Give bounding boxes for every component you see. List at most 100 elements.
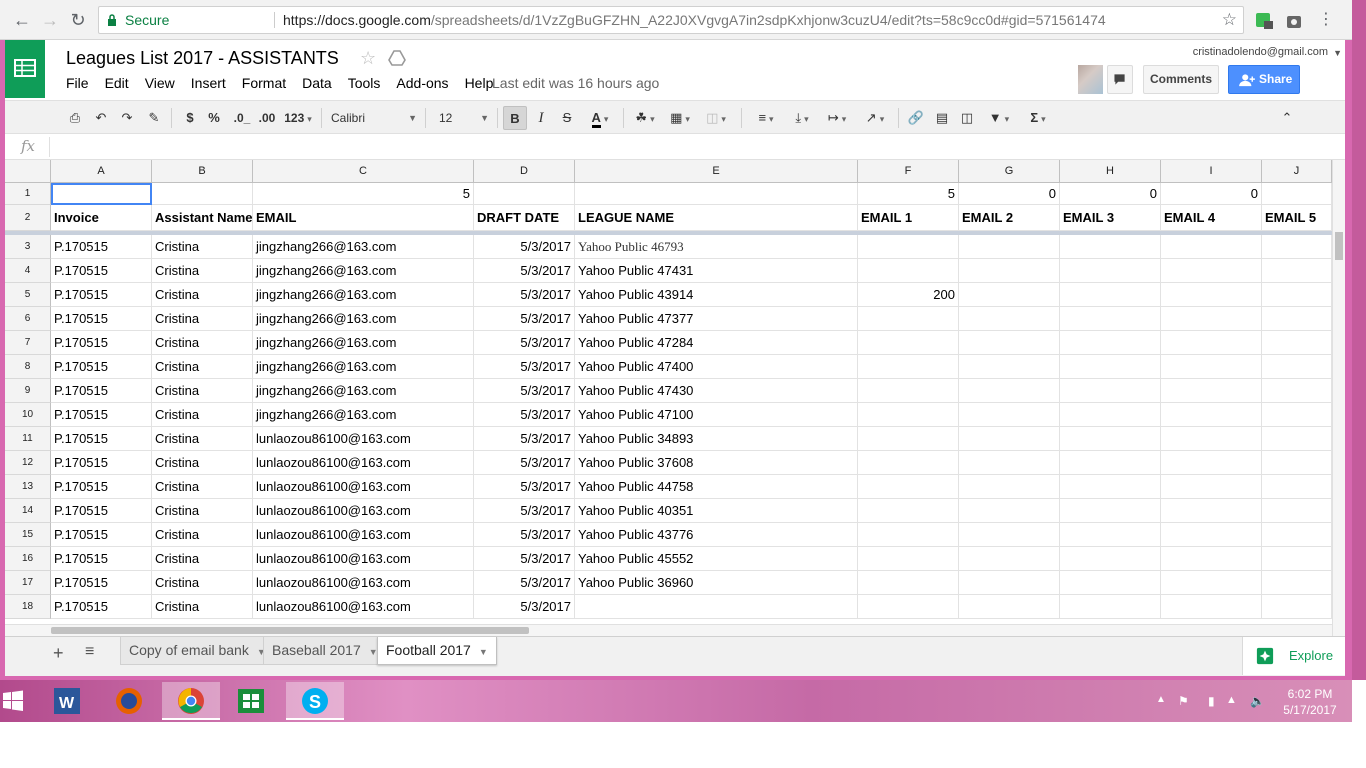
taskbar-skype[interactable]: S [286, 682, 344, 720]
cell-f[interactable] [858, 307, 959, 331]
cell-j[interactable] [1262, 355, 1332, 379]
cell-e[interactable]: Yahoo Public 47377 [575, 307, 858, 331]
cell-d[interactable]: 5/3/2017 [474, 523, 575, 547]
chevron-down-icon[interactable]: ▼ [479, 647, 488, 657]
cell-i[interactable] [1161, 451, 1262, 475]
cell-a[interactable]: P.170515 [51, 427, 152, 451]
insert-comment-icon[interactable]: ▤ [931, 106, 953, 130]
cell-f[interactable] [858, 331, 959, 355]
cell-f[interactable] [858, 259, 959, 283]
header-cell-a[interactable]: Invoice [51, 205, 152, 231]
back-icon[interactable]: ← [10, 8, 34, 32]
add-sheet-icon[interactable]: + [53, 643, 64, 664]
more-formats-button[interactable]: 123 [281, 106, 315, 130]
cell-c[interactable]: jingzhang266@163.com [253, 307, 474, 331]
cell-b[interactable]: Cristina [152, 331, 253, 355]
cell-d[interactable]: 5/3/2017 [474, 499, 575, 523]
cell-a[interactable]: P.170515 [51, 235, 152, 259]
cell-i[interactable] [1161, 307, 1262, 331]
taskbar-chrome[interactable] [162, 682, 220, 720]
cell-a[interactable]: P.170515 [51, 451, 152, 475]
cell-g[interactable] [959, 355, 1060, 379]
taskbar-word[interactable]: W [38, 682, 96, 720]
cell-g[interactable] [959, 571, 1060, 595]
row-header-15[interactable]: 15 [5, 523, 51, 547]
cell-a[interactable]: P.170515 [51, 475, 152, 499]
column-header-e[interactable]: E [575, 160, 858, 183]
row-header-9[interactable]: 9 [5, 379, 51, 403]
cell-e[interactable] [575, 595, 858, 619]
cell-b[interactable]: Cristina [152, 259, 253, 283]
cell-g[interactable] [959, 427, 1060, 451]
cell-a[interactable]: P.170515 [51, 259, 152, 283]
cell-f[interactable] [858, 571, 959, 595]
cell-b[interactable]: Cristina [152, 451, 253, 475]
action-center-flag-icon[interactable]: ⚑ [1178, 694, 1189, 708]
column-header-j[interactable]: J [1262, 160, 1332, 183]
share-button[interactable]: Share [1228, 65, 1300, 94]
cell-i[interactable] [1161, 235, 1262, 259]
cell-b[interactable]: Cristina [152, 547, 253, 571]
cell-b1[interactable] [152, 183, 253, 205]
chrome-menu-icon[interactable]: ⋮ [1314, 8, 1338, 32]
cell-g[interactable] [959, 499, 1060, 523]
active-cell-selection[interactable] [51, 183, 152, 205]
cell-g[interactable] [959, 547, 1060, 571]
cell-b[interactable]: Cristina [152, 499, 253, 523]
cell-f[interactable]: 200 [858, 283, 959, 307]
move-to-folder-icon[interactable] [388, 50, 406, 66]
cell-j[interactable] [1262, 307, 1332, 331]
cell-h[interactable] [1060, 547, 1161, 571]
merge-cells-icon[interactable]: ◫ [699, 106, 733, 130]
cell-a[interactable]: P.170515 [51, 403, 152, 427]
cell-d[interactable]: 5/3/2017 [474, 427, 575, 451]
cell-i[interactable] [1161, 331, 1262, 355]
bold-button[interactable]: B [503, 106, 527, 130]
cell-c[interactable]: jingzhang266@163.com [253, 331, 474, 355]
cell-c[interactable]: lunlaozou86100@163.com [253, 595, 474, 619]
cell-c[interactable]: jingzhang266@163.com [253, 379, 474, 403]
row-header-5[interactable]: 5 [5, 283, 51, 307]
star-icon[interactable]: ☆ [360, 48, 376, 69]
chevron-down-icon[interactable]: ▼ [1333, 48, 1342, 58]
taskbar-firefox[interactable] [100, 682, 158, 720]
italic-button[interactable]: I [531, 106, 551, 130]
row-header-10[interactable]: 10 [5, 403, 51, 427]
menu-tools[interactable]: Tools [348, 75, 381, 91]
column-header-f[interactable]: F [858, 160, 959, 183]
cell-j[interactable] [1262, 331, 1332, 355]
insert-link-icon[interactable]: 🔗 [905, 106, 927, 130]
vertical-align-icon[interactable]: ⤓ [786, 106, 818, 130]
cell-h1[interactable]: 0 [1060, 183, 1161, 205]
show-hidden-icons-icon[interactable]: ▲ [1156, 694, 1166, 705]
cell-d[interactable]: 5/3/2017 [474, 595, 575, 619]
bookmark-star-icon[interactable]: ☆ [1222, 7, 1237, 33]
cell-d[interactable]: 5/3/2017 [474, 259, 575, 283]
cell-g[interactable] [959, 475, 1060, 499]
menu-view[interactable]: View [145, 75, 175, 91]
text-wrapping-icon[interactable]: ↦ [820, 106, 854, 130]
spreadsheet-grid[interactable]: A B C D E F G H I J 1 2 3 4 5 6 7 8 9 10 11 12 13 14 15 16 17 18 5 5 0… [5, 160, 1332, 624]
header-cell-g[interactable]: EMAIL 2 [959, 205, 1060, 231]
cell-j[interactable] [1262, 571, 1332, 595]
row-header-7[interactable]: 7 [5, 331, 51, 355]
cell-h[interactable] [1060, 403, 1161, 427]
cell-e[interactable]: Yahoo Public 43776 [575, 523, 858, 547]
cell-d[interactable]: 5/3/2017 [474, 331, 575, 355]
document-title[interactable]: Leagues List 2017 - ASSISTANTS [66, 48, 339, 69]
forward-icon[interactable]: → [38, 8, 62, 32]
extension-lock-icon[interactable] [1284, 10, 1304, 30]
menu-help[interactable]: Help [465, 75, 494, 91]
cell-b[interactable]: Cristina [152, 595, 253, 619]
cell-h[interactable] [1060, 595, 1161, 619]
cell-c[interactable]: lunlaozou86100@163.com [253, 499, 474, 523]
cell-c1[interactable]: 5 [253, 183, 474, 205]
cell-j[interactable] [1262, 595, 1332, 619]
text-rotation-icon[interactable]: ↗ [858, 106, 892, 130]
cell-d1[interactable] [474, 183, 575, 205]
cell-i[interactable] [1161, 379, 1262, 403]
cell-d[interactable]: 5/3/2017 [474, 283, 575, 307]
cell-b[interactable]: Cristina [152, 403, 253, 427]
percent-format-button[interactable]: % [205, 106, 223, 130]
horizontal-align-icon[interactable]: ≡ [750, 106, 782, 130]
